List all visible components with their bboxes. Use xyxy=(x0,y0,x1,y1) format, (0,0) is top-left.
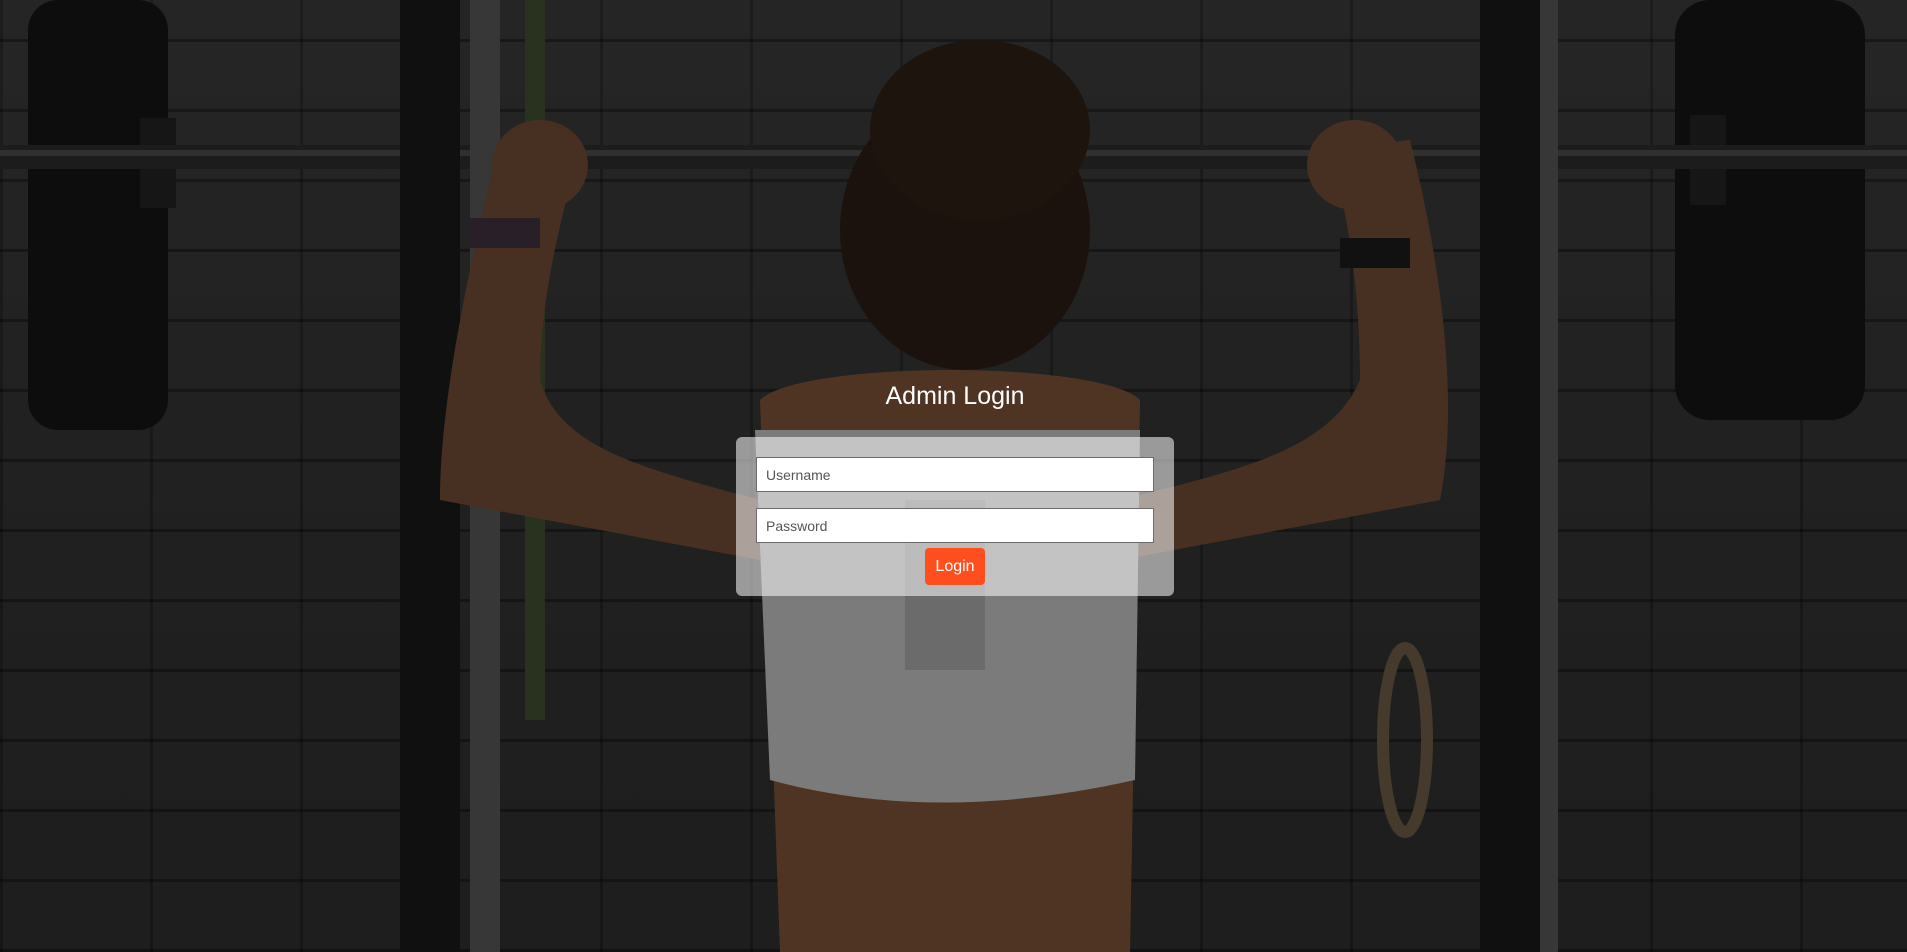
login-page: Admin Login Login xyxy=(0,0,1907,952)
page-title: Admin Login xyxy=(885,382,1025,410)
login-button[interactable]: Login xyxy=(925,548,985,585)
username-input[interactable] xyxy=(756,457,1154,492)
password-input[interactable] xyxy=(756,508,1154,543)
login-form: Login xyxy=(736,437,1174,596)
